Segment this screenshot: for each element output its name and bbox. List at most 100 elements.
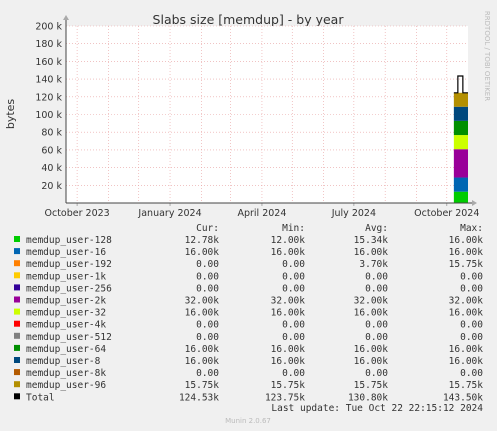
x-tick-label: October 2023 — [45, 208, 110, 219]
legend-value: 143.50k — [443, 392, 483, 403]
legend-column-header: Max: — [460, 223, 483, 234]
legend-swatch — [14, 357, 20, 363]
legend-swatch — [14, 236, 20, 242]
legend-value: 0.00 — [460, 271, 483, 282]
x-tick-labels: October 2023 January 2024 April 2024 July 2… — [45, 208, 480, 219]
legend-swatch — [14, 260, 20, 267]
legend-series-name: memdup_user-8k — [26, 368, 106, 379]
y-tick-label: 120 k — [35, 92, 62, 103]
y-tick-label: 180 k — [35, 39, 62, 50]
rrdtool-watermark: RRDTOOL / TOBI OETIKER — [483, 11, 491, 101]
slabs-size-chart: Slabs size [memdup] - by year bytes RRDT… — [4, 11, 491, 425]
legend-value: 16.00k — [449, 308, 484, 319]
legend-value: 0.00 — [460, 368, 483, 379]
y-tick-label: 160 k — [35, 57, 62, 68]
legend-value: 32.00k — [185, 296, 220, 307]
legend-value: 15.75k — [354, 380, 389, 391]
x-tick-label: April 2024 — [237, 208, 286, 219]
legend-value: 16.00k — [185, 344, 220, 355]
y-axis-arrow — [63, 15, 69, 20]
y-tick-label: 40 k — [41, 163, 62, 174]
legend-series-name: memdup_user-64 — [26, 344, 106, 355]
legend-value: 0.00 — [460, 320, 483, 331]
legend-series-name: Total — [26, 392, 55, 403]
legend-value: 0.00 — [365, 320, 388, 331]
legend-swatch — [14, 284, 20, 291]
legend-series-name: memdup_user-512 — [26, 332, 112, 343]
legend-value: 16.00k — [354, 344, 389, 355]
legend-series-name: memdup_user-32 — [26, 308, 106, 319]
x-axis-arrow — [472, 200, 477, 206]
x-tick-label: July 2024 — [331, 208, 376, 219]
legend-series-name: memdup_user-8 — [26, 356, 101, 367]
legend-series-name: memdup_user-16 — [26, 247, 106, 258]
legend-value: 12.00k — [271, 235, 306, 246]
legend-value: 0.00 — [196, 259, 219, 270]
legend-value: 0.00 — [196, 368, 219, 379]
legend-value: 15.75k — [449, 380, 484, 391]
legend-swatch — [14, 344, 20, 351]
legend-value: 3.70k — [359, 259, 388, 270]
legend-value: 0.00 — [196, 332, 219, 343]
legend-value: 130.80k — [348, 392, 388, 403]
legend-series-name: memdup_user-192 — [26, 259, 112, 270]
legend-series-name: memdup_user-256 — [26, 283, 112, 294]
legend-value: 0.00 — [365, 368, 388, 379]
legend-swatch — [14, 308, 20, 315]
legend-series-name: memdup_user-1k — [26, 271, 106, 282]
legend-value: 12.78k — [185, 235, 220, 246]
legend-value: 0.00 — [196, 320, 219, 331]
legend-value: 0.00 — [365, 283, 388, 294]
legend-value: 0.00 — [282, 283, 305, 294]
legend-value: 16.00k — [271, 247, 306, 258]
legend-value: 124.53k — [179, 392, 219, 403]
area-memdup_user-128 — [453, 191, 468, 203]
y-tick-label: 60 k — [41, 145, 62, 156]
legend-value: 15.34k — [354, 235, 389, 246]
legend-value: 16.00k — [185, 356, 220, 367]
legend-value: 32.00k — [449, 296, 484, 307]
y-tick-label: 140 k — [35, 75, 62, 86]
legend-series-name: memdup_user-4k — [26, 320, 106, 331]
legend-value: 0.00 — [282, 271, 305, 282]
last-update: Last update: Tue Oct 22 22:15:12 2024 — [271, 403, 483, 414]
y-tick-label: 20 k — [41, 181, 62, 192]
legend-series-name: memdup_user-2k — [26, 296, 106, 307]
area-memdup_user-8 — [453, 106, 468, 121]
legend-column-header: Cur: — [196, 223, 219, 234]
legend-value: 16.00k — [354, 308, 389, 319]
legend-value: 123.75k — [265, 392, 305, 403]
area-memdup_user-64 — [453, 120, 468, 136]
legend-value: 0.00 — [460, 283, 483, 294]
legend-value: 0.00 — [460, 332, 483, 343]
legend-value: 0.00 — [365, 332, 388, 343]
legend-value: 16.00k — [449, 235, 484, 246]
legend-value: 16.00k — [449, 356, 484, 367]
legend: Cur: Min: Avg: Max: memdup_user-128 12.78k 12.… — [14, 223, 483, 403]
legend-value: 32.00k — [271, 296, 306, 307]
chart-title: Slabs size [memdup] - by year — [153, 12, 345, 27]
area-memdup_user-2k — [453, 149, 468, 178]
legend-value: 16.00k — [271, 344, 306, 355]
legend-swatch — [14, 332, 20, 339]
legend-series-name: memdup_user-96 — [26, 380, 106, 391]
legend-value: 16.00k — [449, 344, 484, 355]
y-tick-labels: 20 k 40 k 60 k 80 k 100 k 120 k 140 k 160 k 180 … — [35, 22, 62, 192]
legend-swatch — [14, 393, 20, 400]
munin-version: Munin 2.0.67 — [225, 417, 271, 425]
stacked-areas — [453, 75, 468, 203]
y-tick-label: 100 k — [35, 110, 62, 121]
y-axis-label: bytes — [4, 99, 17, 130]
legend-value: 16.00k — [271, 308, 306, 319]
legend-value: 15.75k — [185, 380, 220, 391]
legend-swatch — [14, 272, 20, 279]
legend-column-header: Min: — [282, 223, 305, 234]
legend-value: 0.00 — [282, 332, 305, 343]
legend-value: 16.00k — [185, 247, 220, 258]
legend-value: 15.75k — [271, 380, 306, 391]
x-tick-label: January 2024 — [137, 208, 201, 219]
legend-value: 16.00k — [354, 356, 389, 367]
legend-value: 15.75k — [449, 259, 484, 270]
legend-value: 16.00k — [354, 247, 389, 258]
legend-value: 16.00k — [185, 308, 220, 319]
